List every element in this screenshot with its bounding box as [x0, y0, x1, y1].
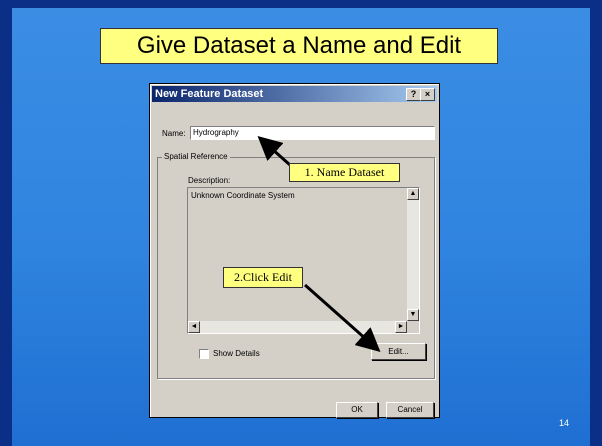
page-number: 14	[559, 418, 570, 428]
arrow-to-edit-button	[304, 283, 381, 352]
name-dataset-callout: 1. Name Dataset	[289, 163, 400, 182]
arrow-to-name-field	[257, 136, 291, 167]
click-edit-callout: 2.Click Edit	[223, 267, 303, 288]
annotation-arrows	[257, 136, 381, 352]
